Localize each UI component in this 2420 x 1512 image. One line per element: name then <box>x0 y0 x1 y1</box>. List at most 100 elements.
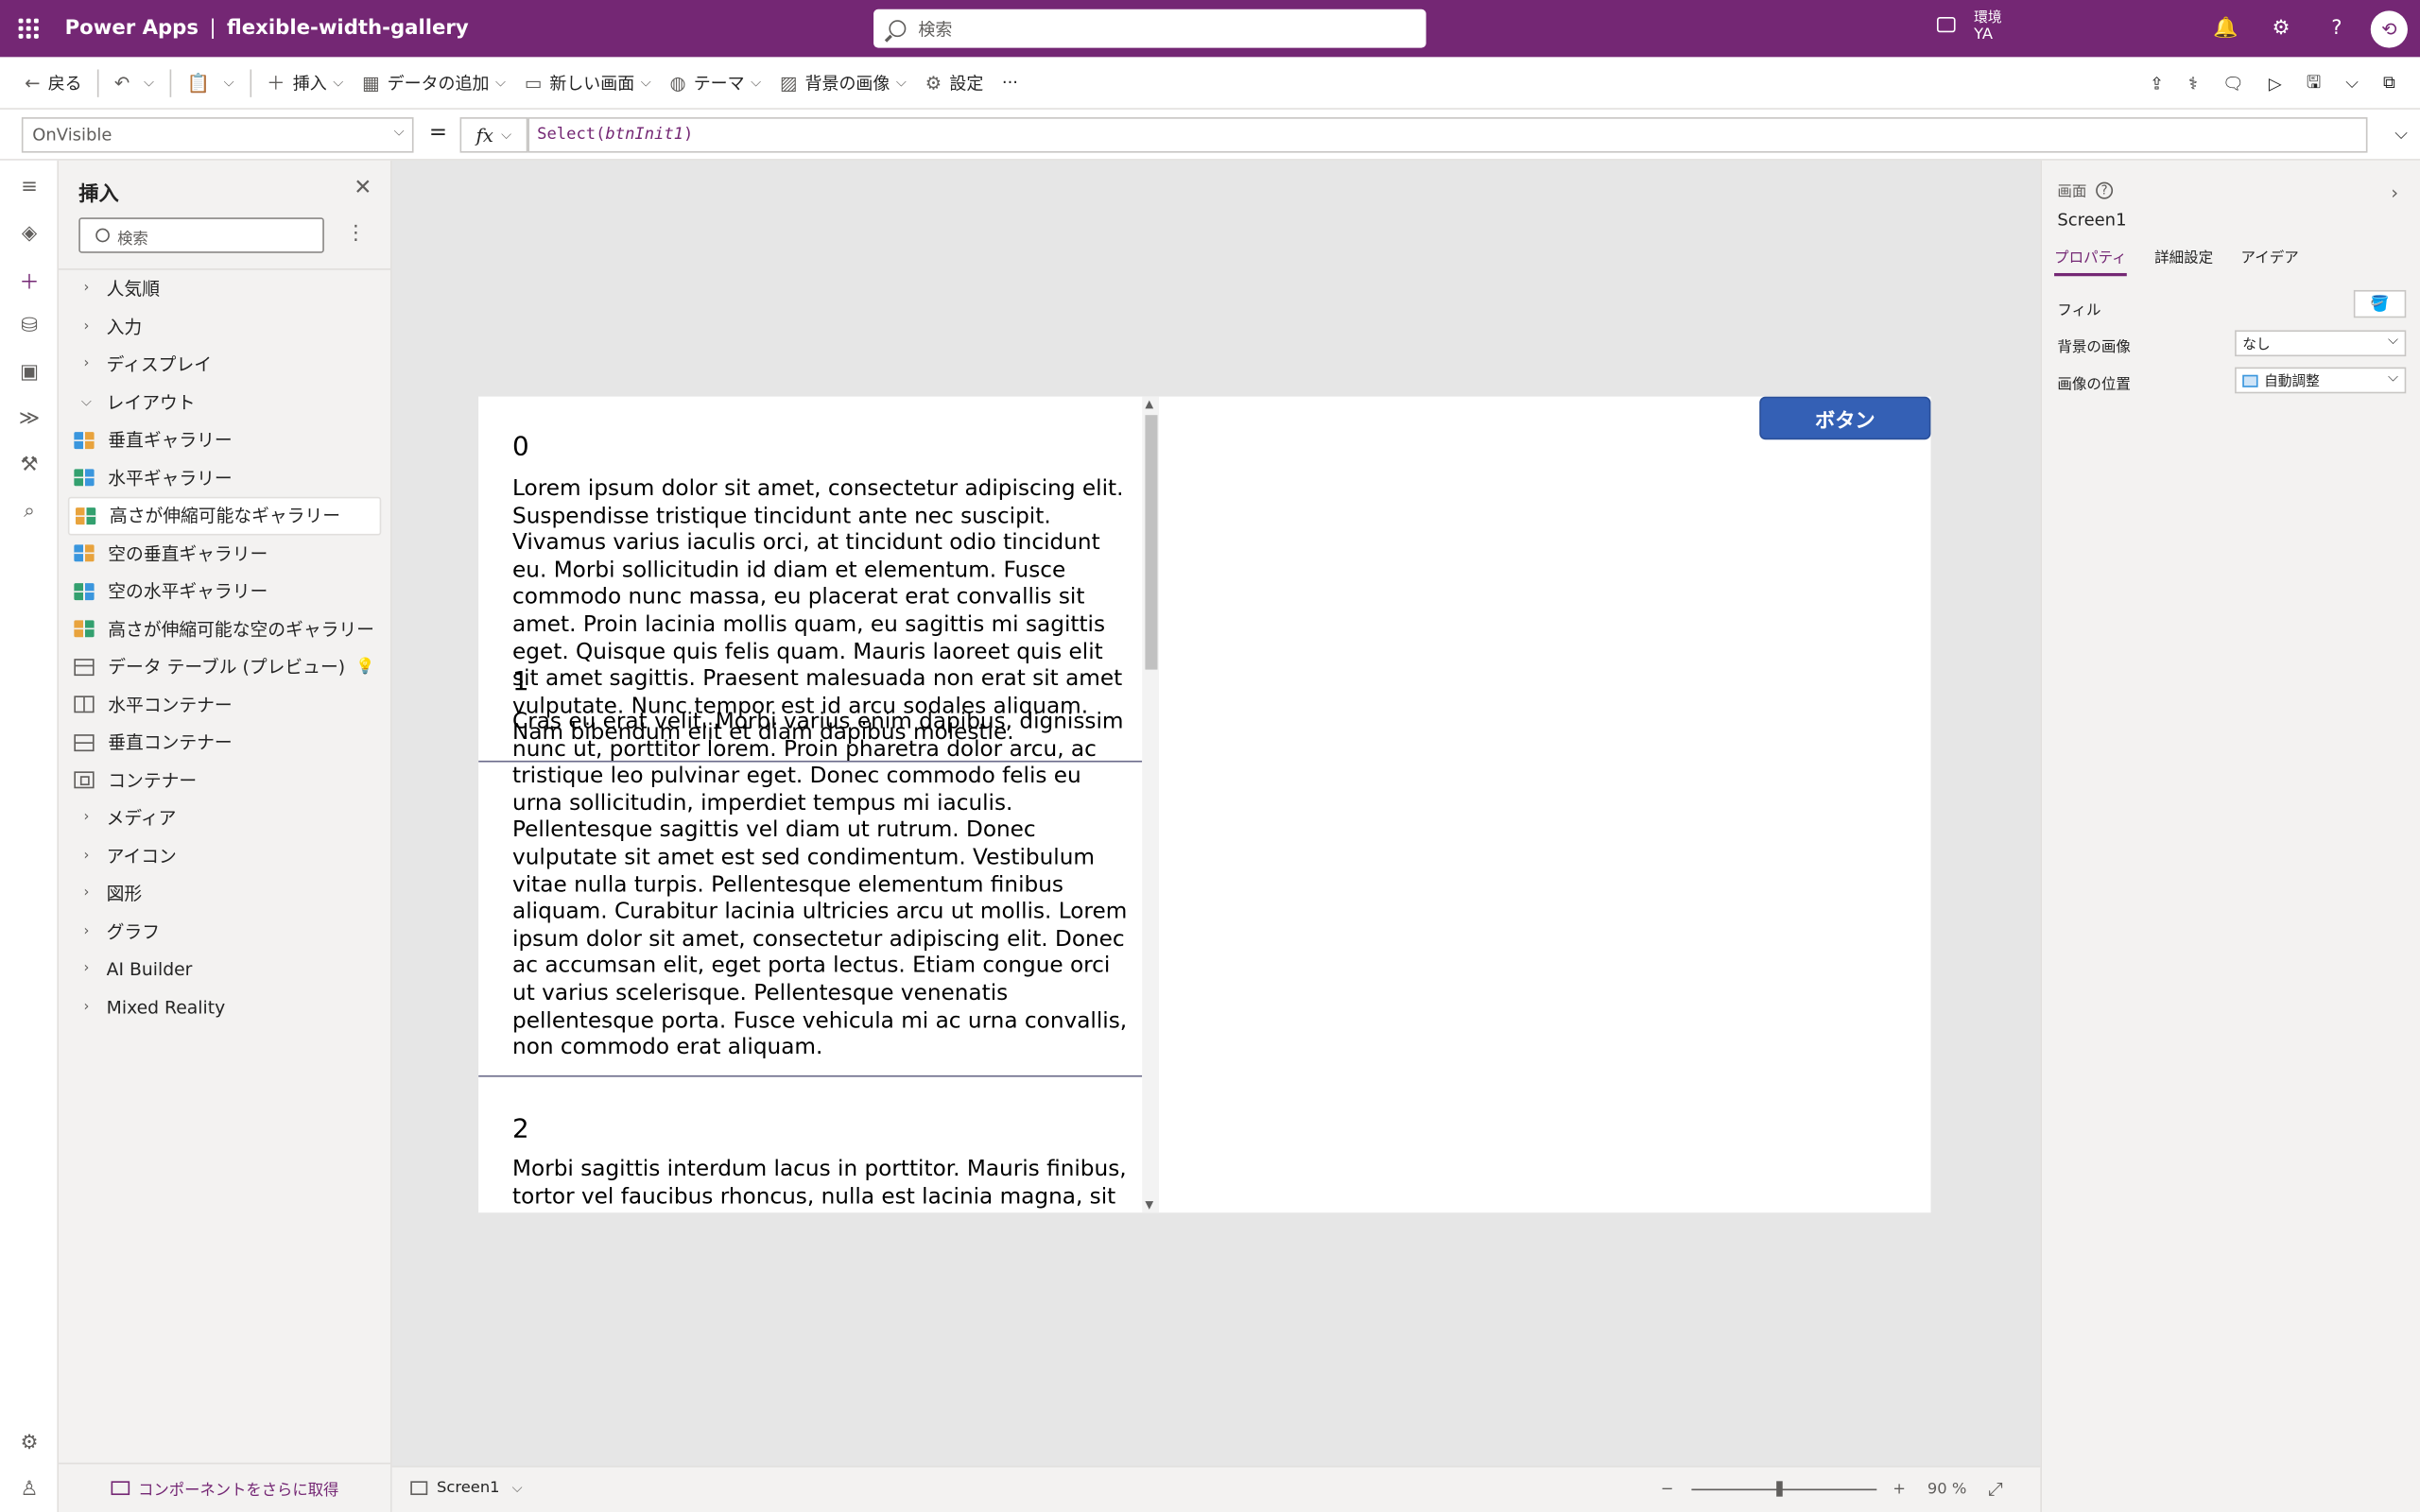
category-group[interactable]: › 入力 <box>68 308 381 346</box>
publish-icon[interactable]: ⧉ <box>2371 57 2408 110</box>
preview-play-icon[interactable]: ▷ <box>2256 57 2294 110</box>
comments-icon[interactable]: 🗨 <box>2210 57 2256 110</box>
media-icon[interactable]: ▣ <box>0 349 59 395</box>
chevron-down-icon: ⌵ <box>511 1480 523 1496</box>
chevron-down-icon: ⌵ <box>494 75 507 91</box>
share-icon[interactable]: ⇪ <box>2137 57 2176 110</box>
chevron-down-icon[interactable]: ⌵ <box>144 75 154 90</box>
zoom-in-button[interactable]: + <box>1893 1481 1906 1498</box>
settings-gear-icon[interactable]: ⚙ <box>2254 0 2309 57</box>
search-icon <box>889 20 907 38</box>
tab-advanced[interactable]: 詳細設定 <box>2154 246 2213 277</box>
virtual-agent-icon[interactable]: ♙ <box>0 1466 59 1512</box>
database-icon: ▦ <box>361 71 380 94</box>
advanced-tools-icon[interactable]: ⚒ <box>0 441 59 488</box>
image-position-dropdown[interactable]: 自動調整 ⌵ <box>2235 367 2407 394</box>
insert-item[interactable]: 高さが伸縮可能なギャラリー <box>67 496 382 535</box>
settings-gear-icon[interactable]: ⚙ <box>0 1419 59 1466</box>
insert-item[interactable]: 垂直コンテナー <box>68 724 381 762</box>
zoom-slider-thumb[interactable] <box>1776 1481 1784 1497</box>
expand-formula-chevron-icon[interactable]: ⌵ <box>2394 124 2408 146</box>
power-automate-icon[interactable]: ≫ <box>0 395 59 441</box>
category-group[interactable]: › グラフ <box>68 913 381 951</box>
tab-ideas[interactable]: アイデア <box>2241 246 2299 277</box>
fill-color-picker[interactable]: 🪣 <box>2353 289 2407 318</box>
fit-to-window-icon[interactable]: ⤢ <box>1988 1478 2003 1501</box>
new-screen-button[interactable]: ▭ 新しい画面 ⌵ <box>515 57 661 110</box>
insert-item[interactable]: 垂直ギャラリー <box>68 421 381 459</box>
undo-button[interactable]: ↶ ⌵ <box>105 57 164 110</box>
insert-item[interactable]: データ テーブル (プレビュー) 💡 <box>68 648 381 686</box>
screen-canvas[interactable]: 0 Lorem ipsum dolor sit amet, consectetu… <box>478 396 1931 1213</box>
command-bar: ← 戻る ↶ ⌵ 📋 ⌵ ＋挿入 ⌵ ▦ データの追加 ⌵ ▭ 新しい画面 ⌵ ◍ テーマ ⌵ ▨ 背… <box>0 57 2420 110</box>
property-dropdown[interactable]: OnVisible ⌵ <box>21 117 414 153</box>
more-options-icon[interactable]: ⋮ <box>346 222 366 245</box>
environment-label: 環境 <box>1974 10 2002 26</box>
insert-button[interactable]: ＋挿入 ⌵ <box>257 57 353 110</box>
item-label: データ テーブル (プレビュー) <box>108 656 346 679</box>
category-group[interactable]: › ディスプレイ <box>68 346 381 384</box>
scrollbar-thumb[interactable] <box>1145 415 1158 670</box>
tree-view-layers-icon[interactable]: ◈ <box>0 210 59 256</box>
save-icon[interactable]: 🖫 <box>2294 57 2333 110</box>
insert-item[interactable]: 高さが伸縮可能な空のギャラリー <box>68 610 381 648</box>
zoom-control: − + 90 % ⤢ <box>1660 1478 2003 1501</box>
help-icon[interactable]: ? <box>2308 0 2364 57</box>
help-question-icon[interactable]: ? <box>2096 180 2114 198</box>
control-name[interactable]: Screen1 <box>2057 210 2126 230</box>
gallery-icon <box>74 544 95 562</box>
insert-item[interactable]: 空の水平ギャラリー <box>68 573 381 610</box>
app-checker-icon[interactable]: ⚕ <box>2176 57 2210 110</box>
scroll-up-arrow-icon[interactable]: ▲ <box>1145 398 1153 410</box>
hamburger-menu-icon[interactable]: ≡ <box>0 163 59 210</box>
insert-plus-icon[interactable]: ＋ <box>0 256 59 302</box>
lightbulb-icon[interactable]: 💡 <box>355 659 374 676</box>
category-group[interactable]: › Mixed Reality <box>68 988 381 1026</box>
chevron-down-icon[interactable]: ⌵ <box>224 75 234 90</box>
category-group[interactable]: › 人気順 <box>68 270 381 308</box>
fx-button[interactable]: fx ⌵ <box>459 117 528 153</box>
category-group[interactable]: › 図形 <box>68 875 381 913</box>
add-data-button[interactable]: ▦ データの追加 ⌵ <box>353 57 515 110</box>
category-group[interactable]: › アイコン <box>68 837 381 875</box>
category-group[interactable]: › メディア <box>68 799 381 837</box>
zoom-slider[interactable] <box>1692 1481 1877 1497</box>
more-commands-button[interactable]: ··· <box>993 57 1028 110</box>
insert-item[interactable]: コンテナー <box>68 762 381 799</box>
insert-item[interactable]: 水平ギャラリー <box>68 459 381 497</box>
insert-item[interactable]: 空の垂直ギャラリー <box>68 535 381 573</box>
screen-selector[interactable]: Screen1 ⌵ <box>410 1480 523 1497</box>
user-avatar[interactable]: ⟲ <box>2370 9 2408 47</box>
theme-button[interactable]: ◍ テーマ ⌵ <box>661 57 770 110</box>
collapse-panel-chevron-icon[interactable]: › <box>2391 182 2398 204</box>
category-group[interactable]: ⌵ レイアウト <box>68 384 381 421</box>
data-cylinder-icon[interactable]: ⛁ <box>0 302 59 349</box>
gallery-scrollbar[interactable]: ▲ ▼ <box>1142 396 1160 1213</box>
background-image-dropdown[interactable]: なし ⌵ <box>2235 330 2407 357</box>
app-name[interactable]: Power Apps <box>65 17 199 40</box>
environment-picker[interactable]: 環境 YA <box>1936 7 2002 43</box>
scroll-down-arrow-icon[interactable]: ▼ <box>1145 1199 1153 1211</box>
close-icon[interactable]: ✕ <box>354 176 372 200</box>
paste-button[interactable]: 📋 ⌵ <box>178 57 244 110</box>
flexible-height-gallery[interactable]: 0 Lorem ipsum dolor sit amet, consectetu… <box>478 396 1160 1213</box>
tab-properties[interactable]: プロパティ <box>2054 246 2127 277</box>
formula-input[interactable]: Select(btnInit1) <box>527 117 2368 153</box>
document-title[interactable]: flexible-width-gallery <box>227 17 469 40</box>
insert-item[interactable]: 水平コンテナー <box>68 686 381 724</box>
vertical-container-icon <box>74 733 95 751</box>
save-chevron-down-icon[interactable]: ⌵ <box>2333 57 2371 110</box>
get-more-components-link[interactable]: コンポーネントをさらに取得 <box>59 1462 391 1512</box>
app-launcher-icon[interactable] <box>0 0 57 57</box>
background-image-button[interactable]: ▨ 背景の画像 ⌵ <box>770 57 916 110</box>
search-icon[interactable]: ⌕ <box>0 488 59 534</box>
button-control[interactable]: ボタン <box>1759 396 1931 440</box>
back-button[interactable]: ← 戻る <box>0 57 91 110</box>
item-label: 垂直ギャラリー <box>108 429 233 452</box>
zoom-out-button[interactable]: − <box>1661 1481 1674 1498</box>
category-group[interactable]: › AI Builder <box>68 951 381 988</box>
insert-search-input[interactable]: 検索 <box>78 217 324 253</box>
global-search-input[interactable]: 検索 <box>873 9 1426 48</box>
settings-button[interactable]: ⚙ 設定 <box>916 57 993 110</box>
notifications-bell-icon[interactable]: 🔔 <box>2198 0 2254 57</box>
